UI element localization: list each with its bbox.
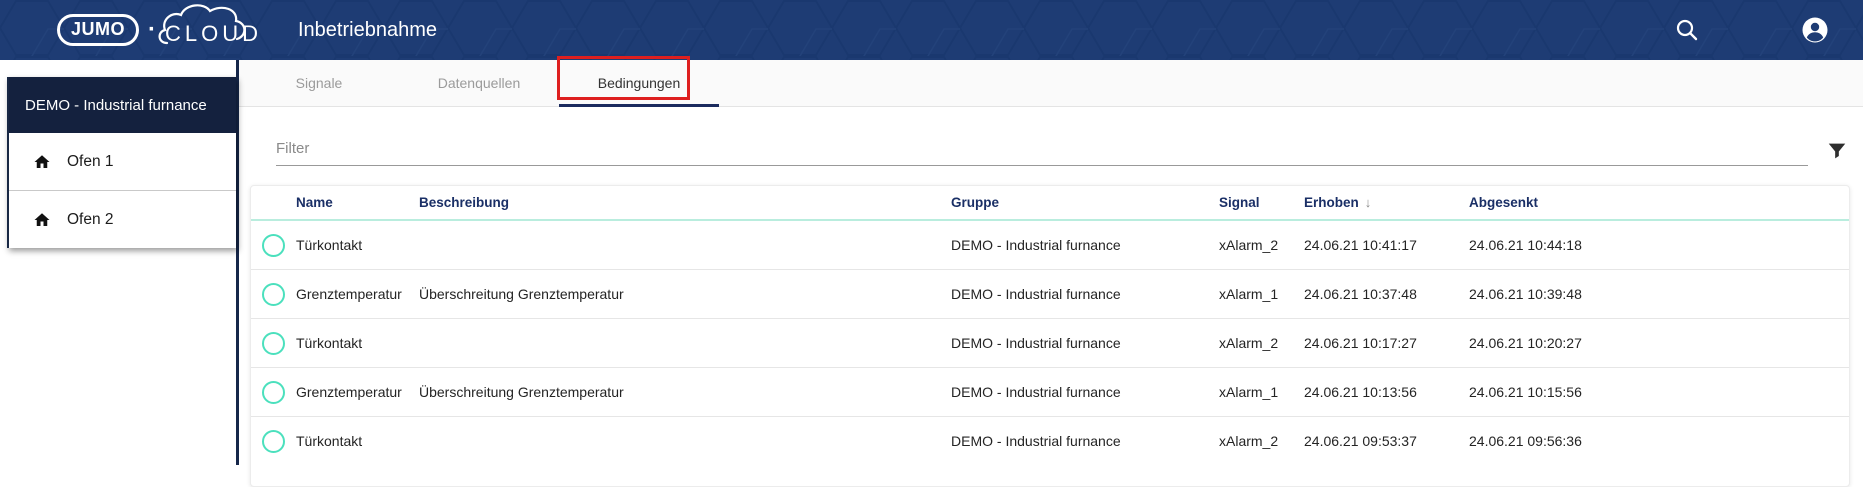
cell-gruppe: DEMO - Industrial furnance xyxy=(951,335,1121,351)
cell-signal: xAlarm_1 xyxy=(1219,286,1279,302)
cell-abgesenkt: 24.06.21 10:44:18 xyxy=(1469,237,1582,253)
cell-erhoben: 24.06.21 09:53:37 xyxy=(1304,433,1417,449)
sidebar-item-ofen-1[interactable]: Ofen 1 xyxy=(9,133,236,190)
cell-status xyxy=(251,233,296,257)
cell-abgesenkt: 24.06.21 10:39:48 xyxy=(1469,286,1582,302)
app-header: JUMO · CLOUD Inbetriebnahme xyxy=(0,0,1863,60)
tab-datenquellen[interactable]: Datenquellen xyxy=(399,60,559,106)
col-header-signal[interactable]: Signal xyxy=(1219,195,1304,210)
cell-status xyxy=(251,331,296,355)
cell-gruppe: DEMO - Industrial furnance xyxy=(951,237,1121,253)
sidebar: DEMO - Industrial furnance Ofen 1 Ofen 2 xyxy=(0,60,239,465)
filter-button[interactable] xyxy=(1808,130,1850,166)
cell-erhoben: 24.06.21 10:13:56 xyxy=(1304,384,1417,400)
cell-status xyxy=(251,282,296,306)
cell-name: Grenztemperatur xyxy=(296,384,402,400)
cell-signal: xAlarm_2 xyxy=(1219,433,1279,449)
page-title: Inbetriebnahme xyxy=(298,19,437,41)
col-header-erhoben-label: Erhoben xyxy=(1304,195,1359,210)
cell-abgesenkt: 24.06.21 10:20:27 xyxy=(1469,335,1582,351)
cell-gruppe: DEMO - Industrial furnance xyxy=(951,384,1121,400)
account-circle-icon[interactable] xyxy=(1801,16,1829,44)
tab-signale[interactable]: Signale xyxy=(239,60,399,106)
col-header-erhoben[interactable]: Erhoben ↓ xyxy=(1304,195,1469,210)
circle-ring-icon xyxy=(262,429,285,453)
cell-erhoben: 24.06.21 10:37:48 xyxy=(1304,286,1417,302)
sidebar-item-label: Ofen 2 xyxy=(67,210,114,228)
search-icon[interactable] xyxy=(1673,16,1701,44)
cell-name: Türkontakt xyxy=(296,237,363,253)
sidebar-item-ofen-2[interactable]: Ofen 2 xyxy=(9,190,236,248)
sort-desc-arrow-icon: ↓ xyxy=(1364,195,1372,210)
filter-row xyxy=(276,130,1850,166)
main-area: Signale Datenquellen Bedingungen Name Be… xyxy=(239,60,1863,487)
cell-erhoben: 24.06.21 10:17:27 xyxy=(1304,335,1417,351)
jumo-logo-mark: JUMO xyxy=(57,14,140,46)
table-row[interactable]: Grenztemperatur Überschreitung Grenztemp… xyxy=(251,269,1849,318)
cell-name: Türkontakt xyxy=(296,335,363,351)
cell-signal: xAlarm_2 xyxy=(1219,237,1279,253)
cell-signal: xAlarm_2 xyxy=(1219,335,1279,351)
cloud-outline-icon xyxy=(158,3,246,44)
table-row[interactable]: Türkontakt DEMO - Industrial furnance xA… xyxy=(251,318,1849,367)
sidebar-item-label: Ofen 1 xyxy=(67,152,114,170)
col-header-abgesenkt[interactable]: Abgesenkt xyxy=(1469,195,1849,210)
tab-bar: Signale Datenquellen Bedingungen xyxy=(239,60,1863,107)
cloud-wordmark: CLOUD xyxy=(158,3,262,46)
sidebar-nav-card: DEMO - Industrial furnance Ofen 1 Ofen 2 xyxy=(7,77,236,248)
col-header-beschreibung[interactable]: Beschreibung xyxy=(419,195,951,210)
cell-abgesenkt: 24.06.21 09:56:36 xyxy=(1469,433,1582,449)
cell-status xyxy=(251,380,296,404)
cell-gruppe: DEMO - Industrial furnance xyxy=(951,433,1121,449)
sidebar-project-header[interactable]: DEMO - Industrial furnance xyxy=(9,77,236,133)
circle-ring-icon xyxy=(262,380,285,404)
conditions-table-card: Name Beschreibung Gruppe Signal Erhoben … xyxy=(250,185,1850,487)
cell-name: Türkontakt xyxy=(296,433,363,449)
tab-bedingungen[interactable]: Bedingungen xyxy=(559,60,719,107)
jumo-cloud-logo[interactable]: JUMO · CLOUD xyxy=(57,3,262,52)
table-header-row: Name Beschreibung Gruppe Signal Erhoben … xyxy=(251,186,1849,221)
home-icon xyxy=(34,212,50,226)
circle-ring-icon xyxy=(262,233,285,257)
col-header-gruppe[interactable]: Gruppe xyxy=(951,195,1219,210)
table-row[interactable]: Grenztemperatur Überschreitung Grenztemp… xyxy=(251,367,1849,416)
filter-input[interactable] xyxy=(276,131,1808,166)
home-icon xyxy=(34,154,50,168)
cell-gruppe: DEMO - Industrial furnance xyxy=(951,286,1121,302)
cell-beschreibung: Überschreitung Grenztemperatur xyxy=(419,384,624,400)
cell-signal: xAlarm_1 xyxy=(1219,384,1279,400)
cell-erhoben: 24.06.21 10:41:17 xyxy=(1304,237,1417,253)
table-row[interactable]: Türkontakt DEMO - Industrial furnance xA… xyxy=(251,221,1849,269)
cell-beschreibung: Überschreitung Grenztemperatur xyxy=(419,286,624,302)
cell-status xyxy=(251,429,296,453)
logo-separator-dot: · xyxy=(148,16,157,43)
table-body: Türkontakt DEMO - Industrial furnance xA… xyxy=(251,221,1849,465)
circle-ring-icon xyxy=(262,331,285,355)
cell-name: Grenztemperatur xyxy=(296,286,402,302)
funnel-icon xyxy=(1828,143,1846,159)
circle-ring-icon xyxy=(262,282,285,306)
table-row[interactable]: Türkontakt DEMO - Industrial furnance xA… xyxy=(251,416,1849,465)
cell-abgesenkt: 24.06.21 10:15:56 xyxy=(1469,384,1582,400)
header-content: JUMO · CLOUD Inbetriebnahme xyxy=(0,0,1863,60)
col-header-name[interactable]: Name xyxy=(296,195,419,210)
